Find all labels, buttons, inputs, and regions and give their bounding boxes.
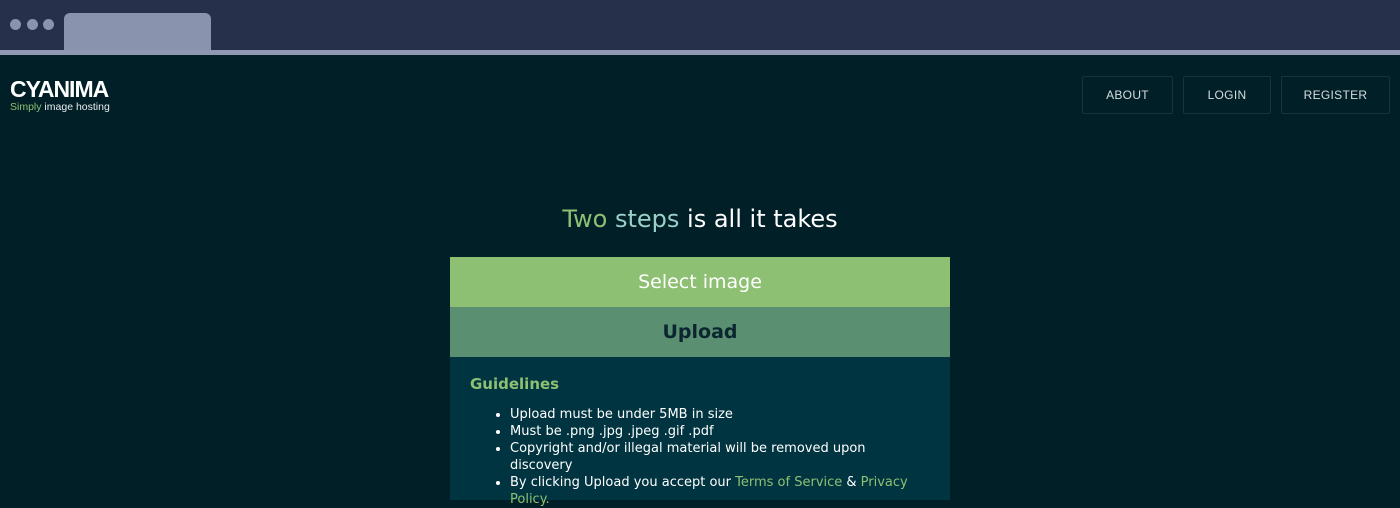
browser-toolbar-divider [0, 50, 1400, 55]
browser-tab[interactable] [64, 13, 211, 50]
guidelines-title: Guidelines [470, 375, 560, 393]
headline-rest: is all it takes [687, 205, 838, 233]
logo-tagline: Simply image hosting [10, 101, 110, 114]
guideline-item: Upload must be under 5MB in size [510, 406, 930, 423]
nav-about-button[interactable]: ABOUT [1082, 76, 1173, 114]
site-logo[interactable]: CYANIMA Simply image hosting [10, 76, 110, 114]
headline-word-steps: steps [614, 205, 680, 233]
tagline-rest: image hosting [41, 101, 110, 113]
select-image-button[interactable]: Select image [450, 257, 950, 307]
guidelines-section: Guidelines Upload must be under 5MB in s… [450, 357, 950, 508]
nav-register-button[interactable]: REGISTER [1281, 76, 1390, 114]
guideline-item: Must be .png .jpg .jpeg .gif .pdf [510, 423, 930, 440]
headline-word-two: Two [562, 205, 608, 233]
terms-of-service-link[interactable]: Terms of Service [735, 475, 842, 490]
logo-wordmark: CYANIMA [10, 76, 109, 102]
hero-headline: Two steps is all it takes [0, 203, 1400, 235]
window-minimize-dot[interactable] [27, 19, 38, 30]
upload-panel: Select image Upload Guidelines Upload mu… [450, 257, 950, 507]
nav-login-button[interactable]: LOGIN [1183, 76, 1271, 114]
guideline-item-consent: By clicking Upload you accept our Terms … [510, 474, 930, 508]
window-close-dot[interactable] [10, 19, 21, 30]
window-maximize-dot[interactable] [43, 19, 54, 30]
guidelines-list: Upload must be under 5MB in size Must be… [470, 406, 930, 508]
upload-button[interactable]: Upload [450, 307, 950, 357]
consent-text: By clicking Upload you accept our [510, 475, 736, 490]
consent-joiner: & [842, 475, 861, 490]
guideline-item: Copyright and/or illegal material will b… [510, 440, 930, 474]
browser-chrome [0, 0, 1400, 50]
tagline-accent: Simply [10, 101, 42, 113]
